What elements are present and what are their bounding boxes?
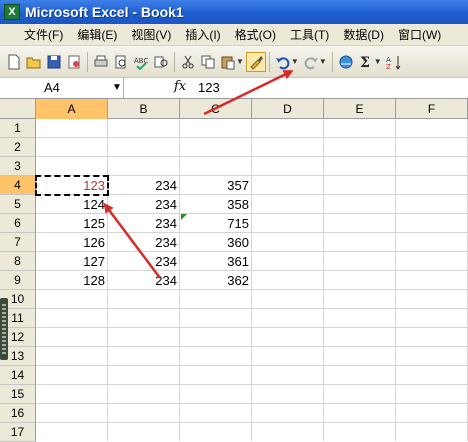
name-box-value: A4 [44, 80, 60, 95]
name-box-dropdown-icon[interactable]: ▼ [112, 82, 122, 93]
new-icon[interactable] [4, 52, 24, 72]
row-header-15[interactable]: 15 [0, 385, 36, 404]
paste-icon[interactable] [218, 52, 238, 72]
menu-edit[interactable]: 编辑(E) [70, 26, 124, 43]
cell-a9[interactable]: 128 [36, 271, 108, 290]
undo-dropdown-icon[interactable]: ▼ [291, 57, 299, 66]
row-header-7[interactable]: 7 [0, 233, 36, 252]
menu-tools[interactable]: 工具(T) [283, 26, 336, 43]
cell-a8[interactable]: 127 [36, 252, 108, 271]
cell-c4[interactable]: 357 [180, 176, 252, 195]
cell-b8[interactable]: 234 [108, 252, 180, 271]
select-all-corner[interactable] [0, 99, 36, 119]
open-icon[interactable] [24, 52, 44, 72]
redo-dropdown-icon[interactable]: ▼ [319, 57, 327, 66]
column-header-a[interactable]: A [36, 99, 108, 119]
redo-icon[interactable] [301, 52, 321, 72]
column-header-d[interactable]: D [252, 99, 324, 119]
gridline [36, 308, 468, 309]
cell-b6[interactable]: 234 [108, 214, 180, 233]
cell-b4[interactable]: 234 [108, 176, 180, 195]
error-indicator-c6 [181, 214, 187, 220]
copy-icon[interactable] [198, 52, 218, 72]
row-header-3[interactable]: 3 [0, 157, 36, 176]
cell-b9[interactable]: 234 [108, 271, 180, 290]
cell-a6[interactable]: 125 [36, 214, 108, 233]
autosum-dropdown-icon[interactable]: ▼ [374, 57, 382, 66]
cell-a5[interactable]: 124 [36, 195, 108, 214]
row-header-6[interactable]: 6 [0, 214, 36, 233]
row-header-9[interactable]: 9 [0, 271, 36, 290]
menu-view[interactable]: 视图(V) [124, 26, 178, 43]
paste-dropdown-icon[interactable]: ▼ [236, 57, 244, 66]
toolbar-separator [87, 51, 88, 72]
formula-bar: A4 ▼ fx 123 [0, 78, 468, 99]
row-header-17[interactable]: 17 [0, 423, 36, 442]
menu-format[interactable]: 格式(O) [228, 26, 283, 43]
standard-toolbar: ABC ▼ ▼ ▼ Σ ▼ AZ [0, 46, 468, 78]
gridline [395, 119, 396, 441]
permission-icon[interactable] [64, 52, 84, 72]
cut-icon[interactable] [178, 52, 198, 72]
row-header-16[interactable]: 16 [0, 404, 36, 423]
hyperlink-icon[interactable] [336, 52, 356, 72]
column-header-c[interactable]: C [180, 99, 252, 119]
row-header-4[interactable]: 4 [0, 176, 36, 195]
column-header-e[interactable]: E [324, 99, 396, 119]
gridline [323, 119, 324, 441]
title-bar: X Microsoft Excel - Book1 [0, 0, 468, 24]
formula-content[interactable]: 123 [198, 80, 220, 95]
save-icon[interactable] [44, 52, 64, 72]
format-painter-icon[interactable] [245, 51, 266, 72]
gridline [36, 384, 468, 385]
cell-b7[interactable]: 234 [108, 233, 180, 252]
autosum-icon[interactable]: Σ [356, 52, 376, 72]
gridline [36, 156, 468, 157]
gridline [36, 403, 468, 404]
excel-app-icon: X [4, 4, 20, 20]
cell-c6[interactable]: 715 [180, 214, 252, 233]
gridline [36, 137, 468, 138]
row-header-8[interactable]: 8 [0, 252, 36, 271]
drag-handle[interactable] [0, 298, 8, 360]
cell-c5[interactable]: 358 [180, 195, 252, 214]
menu-bar: 文件(F) 编辑(E) 视图(V) 插入(I) 格式(O) 工具(T) 数据(D… [0, 24, 468, 46]
cell-c8[interactable]: 361 [180, 252, 252, 271]
insert-function-icon[interactable]: fx [174, 79, 186, 94]
toolbar-separator [268, 51, 270, 72]
cell-c7[interactable]: 360 [180, 233, 252, 252]
cell-c9[interactable]: 362 [180, 271, 252, 290]
cell-a7[interactable]: 126 [36, 233, 108, 252]
row-header-1[interactable]: 1 [0, 119, 36, 138]
sort-icon[interactable]: AZ [384, 52, 404, 72]
column-header-b[interactable]: B [108, 99, 180, 119]
column-header-f[interactable]: F [396, 99, 468, 119]
column-header-row: A B C D E F [0, 99, 468, 119]
toolbar-separator [331, 51, 333, 72]
menu-window[interactable]: 窗口(W) [391, 26, 448, 43]
row-header-5[interactable]: 5 [0, 195, 36, 214]
print-icon[interactable] [91, 52, 111, 72]
cell-b5[interactable]: 234 [108, 195, 180, 214]
name-box[interactable]: A4 ▼ [0, 78, 124, 98]
menu-file[interactable]: 文件(F) [0, 26, 70, 43]
row-header-2[interactable]: 2 [0, 138, 36, 157]
svg-text:Σ: Σ [360, 55, 370, 70]
menu-insert[interactable]: 插入(I) [178, 26, 227, 43]
research-icon[interactable] [151, 52, 171, 72]
menu-data[interactable]: 数据(D) [336, 26, 391, 43]
gridline [36, 422, 468, 423]
gridline [36, 327, 468, 328]
toolbar-separator [174, 51, 175, 72]
undo-icon[interactable] [273, 52, 293, 72]
svg-text:Z: Z [386, 63, 391, 70]
row-header-14[interactable]: 14 [0, 366, 36, 385]
spelling-icon[interactable]: ABC [131, 52, 151, 72]
worksheet-grid[interactable]: A B C D E F 1 2 3 4 5 6 7 8 9 10 11 12 1… [0, 99, 468, 442]
gridline [36, 365, 468, 366]
copy-marquee-a4 [35, 175, 109, 196]
print-preview-icon[interactable] [111, 52, 131, 72]
window-title: Microsoft Excel - Book1 [25, 4, 184, 20]
gridline [36, 346, 468, 347]
